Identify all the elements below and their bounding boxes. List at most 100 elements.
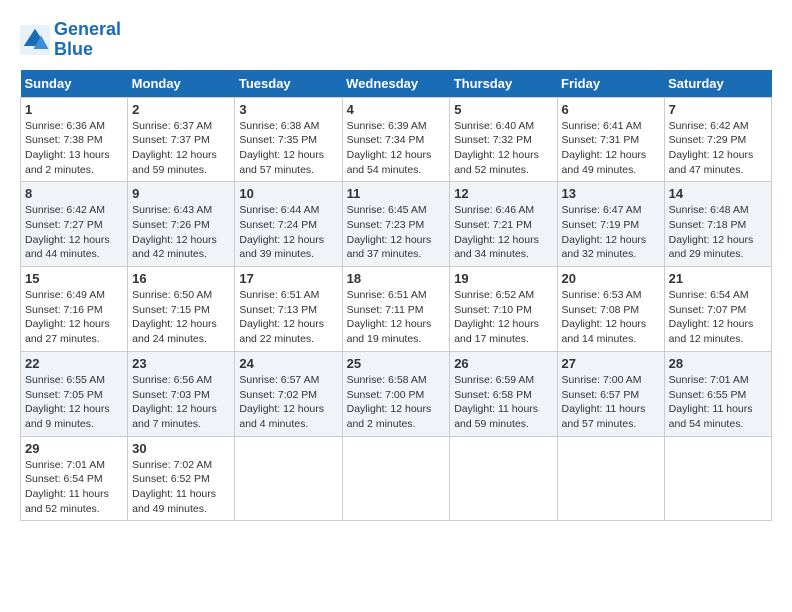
calendar-cell [557, 436, 664, 521]
day-info: Sunrise: 6:36 AM Sunset: 7:38 PM Dayligh… [25, 119, 123, 178]
calendar-cell: 27 Sunrise: 7:00 AM Sunset: 6:57 PM Dayl… [557, 351, 664, 436]
day-number: 30 [132, 441, 230, 456]
day-info: Sunrise: 6:53 AM Sunset: 7:08 PM Dayligh… [562, 288, 660, 347]
day-header-thursday: Thursday [450, 70, 557, 98]
day-header-monday: Monday [128, 70, 235, 98]
calendar-cell: 18 Sunrise: 6:51 AM Sunset: 7:11 PM Dayl… [342, 267, 450, 352]
calendar-cell [235, 436, 342, 521]
day-info: Sunrise: 6:47 AM Sunset: 7:19 PM Dayligh… [562, 203, 660, 262]
logo-icon [20, 25, 50, 55]
calendar-week-row: 1 Sunrise: 6:36 AM Sunset: 7:38 PM Dayli… [21, 97, 772, 182]
day-number: 4 [347, 102, 446, 117]
day-number: 6 [562, 102, 660, 117]
day-number: 13 [562, 186, 660, 201]
calendar-week-row: 15 Sunrise: 6:49 AM Sunset: 7:16 PM Dayl… [21, 267, 772, 352]
calendar-cell: 29 Sunrise: 7:01 AM Sunset: 6:54 PM Dayl… [21, 436, 128, 521]
day-number: 16 [132, 271, 230, 286]
day-header-tuesday: Tuesday [235, 70, 342, 98]
calendar-cell: 24 Sunrise: 6:57 AM Sunset: 7:02 PM Dayl… [235, 351, 342, 436]
day-info: Sunrise: 6:49 AM Sunset: 7:16 PM Dayligh… [25, 288, 123, 347]
day-info: Sunrise: 6:50 AM Sunset: 7:15 PM Dayligh… [132, 288, 230, 347]
calendar-cell: 17 Sunrise: 6:51 AM Sunset: 7:13 PM Dayl… [235, 267, 342, 352]
day-number: 10 [239, 186, 337, 201]
day-number: 27 [562, 356, 660, 371]
calendar-cell: 15 Sunrise: 6:49 AM Sunset: 7:16 PM Dayl… [21, 267, 128, 352]
header: General Blue [20, 20, 772, 60]
day-number: 15 [25, 271, 123, 286]
day-info: Sunrise: 6:38 AM Sunset: 7:35 PM Dayligh… [239, 119, 337, 178]
day-number: 24 [239, 356, 337, 371]
calendar-cell: 10 Sunrise: 6:44 AM Sunset: 7:24 PM Dayl… [235, 182, 342, 267]
day-number: 9 [132, 186, 230, 201]
day-info: Sunrise: 6:55 AM Sunset: 7:05 PM Dayligh… [25, 373, 123, 432]
calendar-cell: 21 Sunrise: 6:54 AM Sunset: 7:07 PM Dayl… [664, 267, 771, 352]
day-info: Sunrise: 7:02 AM Sunset: 6:52 PM Dayligh… [132, 458, 230, 517]
day-number: 1 [25, 102, 123, 117]
calendar-cell [450, 436, 557, 521]
day-number: 7 [669, 102, 767, 117]
day-info: Sunrise: 6:43 AM Sunset: 7:26 PM Dayligh… [132, 203, 230, 262]
calendar-cell: 14 Sunrise: 6:48 AM Sunset: 7:18 PM Dayl… [664, 182, 771, 267]
calendar-cell [342, 436, 450, 521]
day-number: 20 [562, 271, 660, 286]
calendar-cell: 28 Sunrise: 7:01 AM Sunset: 6:55 PM Dayl… [664, 351, 771, 436]
day-info: Sunrise: 6:48 AM Sunset: 7:18 PM Dayligh… [669, 203, 767, 262]
day-number: 26 [454, 356, 552, 371]
calendar-cell: 23 Sunrise: 6:56 AM Sunset: 7:03 PM Dayl… [128, 351, 235, 436]
calendar-cell [664, 436, 771, 521]
day-info: Sunrise: 6:41 AM Sunset: 7:31 PM Dayligh… [562, 119, 660, 178]
calendar-cell: 11 Sunrise: 6:45 AM Sunset: 7:23 PM Dayl… [342, 182, 450, 267]
calendar-cell: 12 Sunrise: 6:46 AM Sunset: 7:21 PM Dayl… [450, 182, 557, 267]
day-number: 29 [25, 441, 123, 456]
calendar-cell: 16 Sunrise: 6:50 AM Sunset: 7:15 PM Dayl… [128, 267, 235, 352]
day-info: Sunrise: 6:42 AM Sunset: 7:27 PM Dayligh… [25, 203, 123, 262]
day-number: 14 [669, 186, 767, 201]
day-info: Sunrise: 6:37 AM Sunset: 7:37 PM Dayligh… [132, 119, 230, 178]
logo-text: General Blue [54, 20, 121, 60]
day-number: 11 [347, 186, 446, 201]
day-header-sunday: Sunday [21, 70, 128, 98]
day-info: Sunrise: 7:00 AM Sunset: 6:57 PM Dayligh… [562, 373, 660, 432]
day-number: 8 [25, 186, 123, 201]
day-info: Sunrise: 6:46 AM Sunset: 7:21 PM Dayligh… [454, 203, 552, 262]
day-info: Sunrise: 6:44 AM Sunset: 7:24 PM Dayligh… [239, 203, 337, 262]
day-header-saturday: Saturday [664, 70, 771, 98]
calendar-cell: 5 Sunrise: 6:40 AM Sunset: 7:32 PM Dayli… [450, 97, 557, 182]
day-info: Sunrise: 6:51 AM Sunset: 7:13 PM Dayligh… [239, 288, 337, 347]
calendar-cell: 22 Sunrise: 6:55 AM Sunset: 7:05 PM Dayl… [21, 351, 128, 436]
day-number: 28 [669, 356, 767, 371]
day-number: 2 [132, 102, 230, 117]
day-info: Sunrise: 6:58 AM Sunset: 7:00 PM Dayligh… [347, 373, 446, 432]
day-number: 5 [454, 102, 552, 117]
calendar-table: SundayMondayTuesdayWednesdayThursdayFrid… [20, 70, 772, 522]
calendar-week-row: 22 Sunrise: 6:55 AM Sunset: 7:05 PM Dayl… [21, 351, 772, 436]
day-number: 25 [347, 356, 446, 371]
day-info: Sunrise: 6:52 AM Sunset: 7:10 PM Dayligh… [454, 288, 552, 347]
day-header-wednesday: Wednesday [342, 70, 450, 98]
day-number: 23 [132, 356, 230, 371]
day-info: Sunrise: 6:40 AM Sunset: 7:32 PM Dayligh… [454, 119, 552, 178]
calendar-cell: 1 Sunrise: 6:36 AM Sunset: 7:38 PM Dayli… [21, 97, 128, 182]
day-info: Sunrise: 6:59 AM Sunset: 6:58 PM Dayligh… [454, 373, 552, 432]
day-number: 17 [239, 271, 337, 286]
day-info: Sunrise: 6:54 AM Sunset: 7:07 PM Dayligh… [669, 288, 767, 347]
calendar-week-row: 29 Sunrise: 7:01 AM Sunset: 6:54 PM Dayl… [21, 436, 772, 521]
day-number: 21 [669, 271, 767, 286]
calendar-cell: 19 Sunrise: 6:52 AM Sunset: 7:10 PM Dayl… [450, 267, 557, 352]
day-number: 12 [454, 186, 552, 201]
day-info: Sunrise: 6:51 AM Sunset: 7:11 PM Dayligh… [347, 288, 446, 347]
calendar-cell: 6 Sunrise: 6:41 AM Sunset: 7:31 PM Dayli… [557, 97, 664, 182]
calendar-cell: 30 Sunrise: 7:02 AM Sunset: 6:52 PM Dayl… [128, 436, 235, 521]
calendar-cell: 13 Sunrise: 6:47 AM Sunset: 7:19 PM Dayl… [557, 182, 664, 267]
day-info: Sunrise: 6:57 AM Sunset: 7:02 PM Dayligh… [239, 373, 337, 432]
day-header-friday: Friday [557, 70, 664, 98]
calendar-cell: 8 Sunrise: 6:42 AM Sunset: 7:27 PM Dayli… [21, 182, 128, 267]
calendar-cell: 26 Sunrise: 6:59 AM Sunset: 6:58 PM Dayl… [450, 351, 557, 436]
day-info: Sunrise: 6:39 AM Sunset: 7:34 PM Dayligh… [347, 119, 446, 178]
day-info: Sunrise: 7:01 AM Sunset: 6:55 PM Dayligh… [669, 373, 767, 432]
day-info: Sunrise: 6:42 AM Sunset: 7:29 PM Dayligh… [669, 119, 767, 178]
calendar-cell: 3 Sunrise: 6:38 AM Sunset: 7:35 PM Dayli… [235, 97, 342, 182]
calendar-cell: 25 Sunrise: 6:58 AM Sunset: 7:00 PM Dayl… [342, 351, 450, 436]
day-number: 3 [239, 102, 337, 117]
day-info: Sunrise: 7:01 AM Sunset: 6:54 PM Dayligh… [25, 458, 123, 517]
